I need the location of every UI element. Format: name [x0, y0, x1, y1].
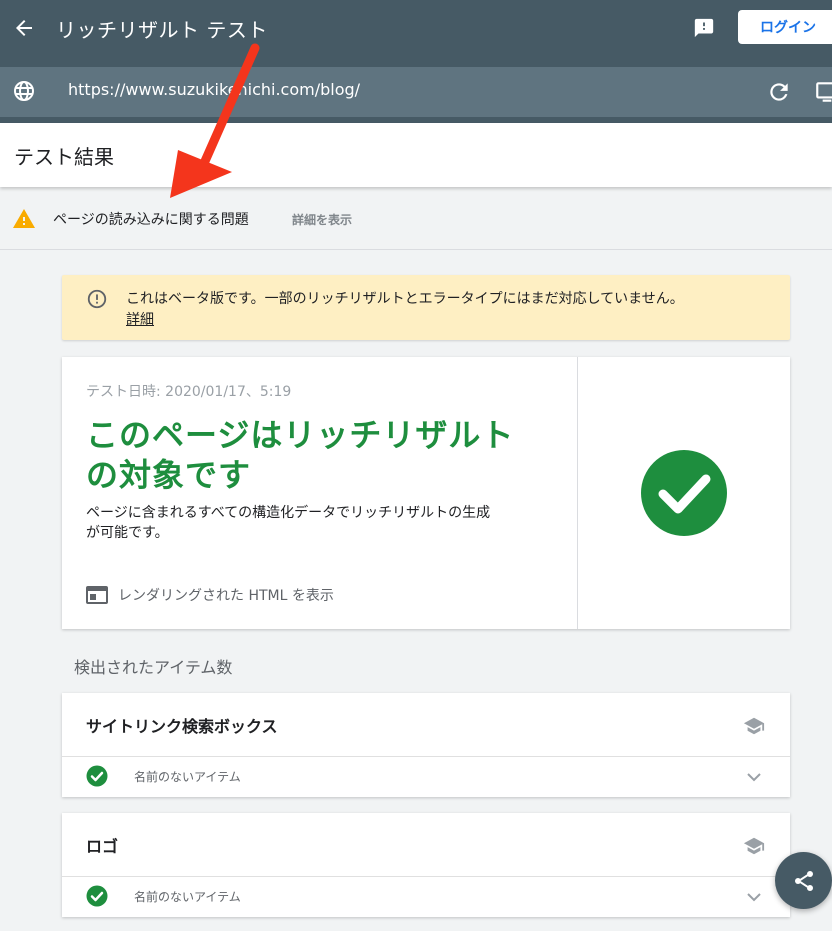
result-summary-card: テスト日時: 2020/01/17、5:19 このページはリッチリザルト の対象… [62, 357, 790, 629]
item-name: 名前のないアイテム [134, 890, 241, 904]
annotation-arrow [170, 43, 260, 198]
reload-icon[interactable] [766, 79, 792, 105]
check-circle-icon [641, 450, 727, 536]
view-rendered-html-button[interactable]: レンダリングされた HTML を表示 [86, 583, 334, 607]
feedback-button[interactable] [686, 12, 722, 44]
arrow-back-icon [16, 20, 32, 36]
graduation-cap-icon [743, 717, 765, 735]
item-card-logo[interactable]: ロゴ 名前のないアイテム [62, 813, 790, 917]
view-details-link[interactable]: 詳細を表示 [292, 211, 352, 228]
chevron-down-icon[interactable] [744, 767, 764, 787]
eligibility-headline: このページはリッチリザルト の対象です [86, 415, 546, 495]
issue-text: ページの読み込みに関する問題 [53, 212, 249, 228]
page-load-issue: ページの読み込みに関する問題 詳細を表示 [0, 190, 832, 250]
graduation-cap-icon [743, 837, 765, 855]
desc-line-1: ページに含まれるすべての構造化データでリッチリザルトの生成 [86, 505, 491, 521]
info-outline-icon [87, 289, 107, 309]
back-button[interactable] [0, 0, 48, 56]
item-title: サイトリンク検索ボックス [86, 717, 278, 736]
urlbar-gap [0, 56, 832, 67]
headline-line-2: の対象です [86, 456, 252, 494]
item-card-sitelinks-searchbox[interactable]: サイトリンク検索ボックス 名前のないアイテム [62, 693, 790, 797]
results-header: テスト結果 [0, 123, 832, 187]
desc-line-2: が可能です。 [86, 525, 169, 541]
login-button[interactable]: ログイン [738, 10, 832, 44]
app-title: リッチリザルト テスト [56, 17, 268, 42]
eligibility-description: ページに含まれるすべての構造化データでリッチリザルトの生成 が可能です。 [86, 503, 556, 543]
item-divider [62, 756, 790, 757]
beta-details-link[interactable]: 詳細 [126, 310, 154, 331]
chevron-down-icon[interactable] [744, 887, 764, 907]
item-name: 名前のないアイテム [134, 770, 241, 784]
item-title: ロゴ [86, 837, 119, 856]
view-rendered-html-label: レンダリングされた HTML を表示 [118, 588, 334, 604]
feedback-icon [694, 18, 714, 38]
results-title: テスト結果 [14, 145, 114, 169]
headline-line-1: このページはリッチリザルト [86, 416, 515, 454]
test-date: テスト日時: 2020/01/17、5:19 [86, 384, 292, 400]
share-button[interactable] [775, 852, 832, 909]
device-icon[interactable] [814, 79, 832, 105]
warning-icon [13, 209, 35, 228]
web-page-icon [86, 586, 108, 604]
beta-text: これはベータ版です。一部のリッチリザルトとエラータイプにはまだ対応していません。 [126, 291, 684, 307]
card-divider [577, 357, 578, 629]
detected-items-heading: 検出されたアイテム数 [74, 658, 233, 677]
check-circle-icon [86, 885, 108, 907]
beta-banner: これはベータ版です。一部のリッチリザルトとエラータイプにはまだ対応していません。… [62, 275, 790, 340]
globe-icon [14, 81, 34, 101]
check-circle-icon [86, 765, 108, 787]
share-icon [794, 870, 813, 891]
item-divider [62, 876, 790, 877]
